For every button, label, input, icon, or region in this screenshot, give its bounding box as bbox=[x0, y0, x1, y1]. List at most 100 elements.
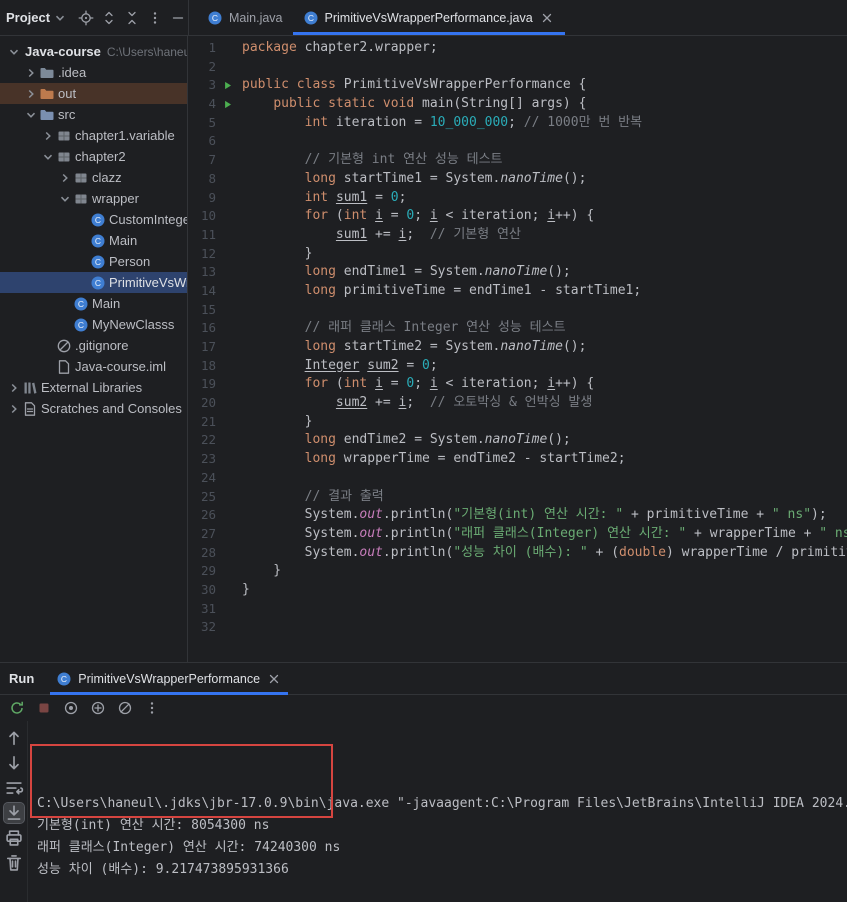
code-line[interactable] bbox=[242, 469, 847, 488]
chevron-right-icon[interactable] bbox=[40, 128, 56, 144]
line-number[interactable]: 5 bbox=[188, 114, 216, 133]
line-number[interactable]: 19 bbox=[188, 375, 216, 394]
chevron-down-icon[interactable] bbox=[23, 107, 39, 123]
line-number[interactable]: 13 bbox=[188, 263, 216, 282]
code-line[interactable]: // 결과 출력 bbox=[242, 488, 847, 507]
code-line[interactable]: long endTime2 = System.nanoTime(); bbox=[242, 431, 847, 450]
line-number[interactable]: 6 bbox=[188, 132, 216, 151]
camera-icon[interactable] bbox=[63, 700, 79, 716]
line-number[interactable]: 18 bbox=[188, 357, 216, 376]
tree-item-main[interactable]: C Main bbox=[0, 230, 187, 251]
tree-item-gitignore[interactable]: .gitignore bbox=[0, 335, 187, 356]
thread-dump-icon[interactable] bbox=[90, 700, 106, 716]
expand-all-icon[interactable] bbox=[101, 10, 117, 26]
code-line[interactable]: public static void main(String[] args) { bbox=[242, 95, 847, 114]
settings-icon[interactable] bbox=[117, 700, 133, 716]
tree-item-wrapper[interactable]: wrapper bbox=[0, 188, 187, 209]
code-line[interactable] bbox=[242, 132, 847, 151]
code-line[interactable]: public class PrimitiveVsWrapperPerforman… bbox=[242, 76, 847, 95]
code-line[interactable] bbox=[242, 600, 847, 619]
code-line[interactable] bbox=[242, 301, 847, 320]
code-line[interactable]: sum1 += i; // 기본형 연산 bbox=[242, 226, 847, 245]
chevron-down-icon[interactable] bbox=[40, 149, 56, 165]
tree-item-primitivevswra[interactable]: C PrimitiveVsWra bbox=[0, 272, 187, 293]
line-number[interactable]: 30 bbox=[188, 581, 216, 600]
editor-tab-main-java[interactable]: C Main.java bbox=[197, 0, 293, 35]
run-icon[interactable] bbox=[216, 99, 238, 110]
code-line[interactable]: } bbox=[242, 562, 847, 581]
code-line[interactable]: long wrapperTime = endTime2 - startTime2… bbox=[242, 450, 847, 469]
code-line[interactable] bbox=[242, 58, 847, 77]
tree-item-custominteger[interactable]: C CustomInteger bbox=[0, 209, 187, 230]
code-line[interactable]: int sum1 = 0; bbox=[242, 189, 847, 208]
code-line[interactable]: package chapter2.wrapper; bbox=[242, 39, 847, 58]
editor-tab-primitivevswrapperperformance-java[interactable]: C PrimitiveVsWrapperPerformance.java bbox=[292, 0, 565, 35]
code-line[interactable]: for (int i = 0; i < iteration; i++) { bbox=[242, 375, 847, 394]
chevron-right-icon[interactable] bbox=[23, 86, 39, 102]
tree-item-clazz[interactable]: clazz bbox=[0, 167, 187, 188]
collapse-all-icon[interactable] bbox=[124, 10, 140, 26]
close-icon[interactable] bbox=[266, 671, 282, 687]
line-number[interactable]: 10 bbox=[188, 207, 216, 226]
tree-item-external-libraries[interactable]: External Libraries bbox=[0, 377, 187, 398]
hide-icon[interactable] bbox=[170, 10, 186, 26]
tree-item-chapter1-variable[interactable]: chapter1.variable bbox=[0, 125, 187, 146]
rerun-icon[interactable] bbox=[9, 700, 25, 716]
chevron-right-icon[interactable] bbox=[6, 401, 22, 417]
line-number[interactable]: 32 bbox=[188, 618, 216, 637]
line-number[interactable]: 11 bbox=[188, 226, 216, 245]
code-line[interactable]: Integer sum2 = 0; bbox=[242, 357, 847, 376]
tree-item-chapter2[interactable]: chapter2 bbox=[0, 146, 187, 167]
tree-item-idea[interactable]: .idea bbox=[0, 62, 187, 83]
line-number[interactable]: 24 bbox=[188, 469, 216, 488]
tree-item-src[interactable]: src bbox=[0, 104, 187, 125]
run-icon[interactable] bbox=[216, 80, 238, 91]
code-line[interactable]: for (int i = 0; i < iteration; i++) { bbox=[242, 207, 847, 226]
print-icon[interactable] bbox=[4, 828, 24, 848]
tree-item-scratches-and-consoles[interactable]: Scratches and Consoles bbox=[0, 398, 187, 419]
line-number[interactable]: 14 bbox=[188, 282, 216, 301]
code-line[interactable]: sum2 += i; // 오토박싱 & 언박싱 발생 bbox=[242, 394, 847, 413]
line-number[interactable]: 29 bbox=[188, 562, 216, 581]
line-number[interactable]: 22 bbox=[188, 431, 216, 450]
tree-item-java-course[interactable]: Java-course C:\Users\haneul bbox=[0, 41, 187, 62]
code-line[interactable]: } bbox=[242, 245, 847, 264]
editor-code[interactable]: package chapter2.wrapper; public class P… bbox=[242, 39, 847, 662]
code-line[interactable]: long primitiveTime = endTime1 - startTim… bbox=[242, 282, 847, 301]
editor[interactable]: 1 2 3 4 5 6 7 8 9 10 11 12 13 14 15 16 17 18 19 20 21 22 23 24 2… bbox=[188, 36, 847, 662]
code-line[interactable]: long startTime1 = System.nanoTime(); bbox=[242, 170, 847, 189]
target-icon[interactable] bbox=[78, 10, 94, 26]
run-panel-title[interactable]: Run bbox=[9, 671, 34, 686]
chevron-right-icon[interactable] bbox=[6, 380, 22, 396]
code-line[interactable]: System.out.println("기본형(int) 연산 시간: " + … bbox=[242, 506, 847, 525]
chevron-down-icon[interactable] bbox=[57, 191, 73, 207]
line-number[interactable]: 31 bbox=[188, 600, 216, 619]
line-number[interactable]: 2 bbox=[188, 58, 216, 77]
code-line[interactable]: int iteration = 10_000_000; // 1000만 번 반… bbox=[242, 114, 847, 133]
line-number[interactable]: 15 bbox=[188, 301, 216, 320]
line-number[interactable]: 4 bbox=[188, 95, 216, 114]
tree-item-person[interactable]: C Person bbox=[0, 251, 187, 272]
line-number[interactable]: 17 bbox=[188, 338, 216, 357]
line-number[interactable]: 27 bbox=[188, 525, 216, 544]
code-line[interactable]: // 기본형 int 연산 성능 테스트 bbox=[242, 151, 847, 170]
line-number[interactable]: 25 bbox=[188, 488, 216, 507]
line-number[interactable]: 9 bbox=[188, 189, 216, 208]
tree-item-mynewclasss[interactable]: C MyNewClasss bbox=[0, 314, 187, 335]
line-number[interactable]: 12 bbox=[188, 245, 216, 264]
run-tab[interactable]: C PrimitiveVsWrapperPerformance bbox=[50, 663, 288, 695]
code-line[interactable]: } bbox=[242, 413, 847, 432]
code-line[interactable]: long endTime1 = System.nanoTime(); bbox=[242, 263, 847, 282]
project-panel-title-button[interactable]: Project bbox=[6, 10, 68, 26]
line-number[interactable]: 3 bbox=[188, 76, 216, 95]
line-number[interactable]: 16 bbox=[188, 319, 216, 338]
more-icon[interactable] bbox=[144, 700, 160, 716]
down-icon[interactable] bbox=[4, 753, 24, 773]
line-number[interactable]: 8 bbox=[188, 170, 216, 189]
tree-item-main[interactable]: C Main bbox=[0, 293, 187, 314]
code-line[interactable]: long startTime2 = System.nanoTime(); bbox=[242, 338, 847, 357]
chevron-right-icon[interactable] bbox=[57, 170, 73, 186]
chevron-right-icon[interactable] bbox=[23, 65, 39, 81]
close-icon[interactable] bbox=[539, 10, 555, 26]
code-line[interactable]: // 래퍼 클래스 Integer 연산 성능 테스트 bbox=[242, 319, 847, 338]
